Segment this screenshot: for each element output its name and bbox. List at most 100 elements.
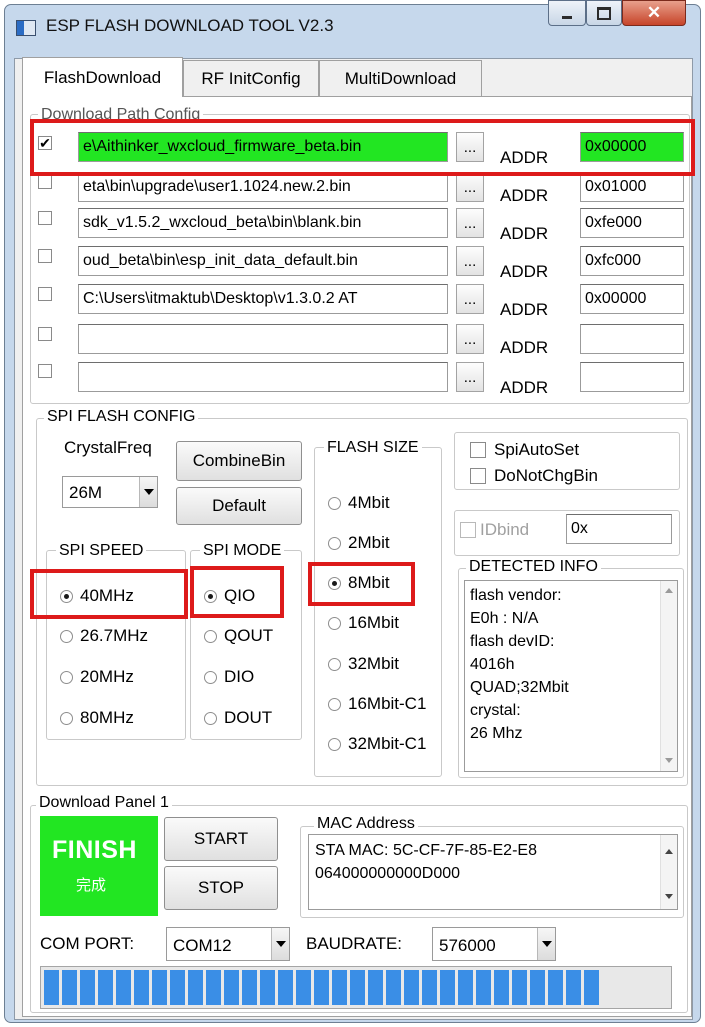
- row7-addr-field[interactable]: [580, 362, 684, 392]
- row2-addr-field[interactable]: 0x01000: [580, 172, 684, 202]
- baudrate-label: BAUDRATE:: [306, 934, 403, 953]
- detected-info-text: flash vendor: E0h : N/A flash devID: 401…: [464, 580, 678, 772]
- highlight-row1: [30, 119, 695, 176]
- highlight-flash-size: [308, 562, 415, 606]
- row4-browse-button[interactable]: ...: [456, 246, 484, 276]
- row2-browse-button[interactable]: ...: [456, 172, 484, 202]
- com-port-value: COM12: [173, 936, 232, 955]
- detected-line: E0h : N/A: [470, 610, 539, 627]
- crystal-freq-select[interactable]: 26M: [62, 476, 158, 508]
- row3-browse-button[interactable]: ...: [456, 208, 484, 238]
- progress-segment: [332, 970, 347, 1005]
- row4-checkbox[interactable]: [38, 249, 52, 263]
- do-not-chg-bin-checkbox[interactable]: DoNotChgBin: [470, 466, 598, 486]
- flash-size-32mbit[interactable]: 32Mbit: [328, 654, 399, 674]
- row4-path-field[interactable]: oud_beta\bin\esp_init_data_default.bin: [78, 246, 448, 276]
- idbind-field[interactable]: 0x: [566, 514, 672, 544]
- row6-browse-button[interactable]: ...: [456, 324, 484, 354]
- flash-size-label: 16Mbit: [348, 613, 400, 632]
- mac-scrollbar[interactable]: [660, 835, 677, 909]
- highlight-spi-speed: [30, 569, 188, 619]
- scroll-down-icon[interactable]: [665, 758, 673, 763]
- flash-size-2mbit[interactable]: 2Mbit: [328, 533, 390, 553]
- radio-icon: [60, 670, 73, 684]
- close-button[interactable]: ✕: [622, 0, 686, 26]
- row3-path-field[interactable]: sdk_v1.5.2_wxcloud_beta\bin\blank.bin: [78, 208, 448, 238]
- spi-speed-20mhz[interactable]: 20MHz: [60, 667, 134, 687]
- scroll-down-icon[interactable]: [665, 894, 673, 899]
- spi-mode-label: QOUT: [224, 626, 274, 645]
- spi-mode-label: DOUT: [224, 708, 273, 727]
- row2-checkbox[interactable]: [38, 175, 52, 189]
- checkbox-icon: [460, 522, 476, 538]
- row6-addr-field[interactable]: [580, 324, 684, 354]
- progress-segment: [278, 970, 293, 1005]
- progress-segment: [422, 970, 437, 1005]
- spi-auto-set-checkbox[interactable]: SpiAutoSet: [470, 440, 579, 460]
- spi-mode-dio[interactable]: DIO: [204, 667, 254, 687]
- checkbox-icon: [470, 442, 486, 458]
- row7-browse-button[interactable]: ...: [456, 362, 484, 392]
- row7-path-field[interactable]: [78, 362, 448, 392]
- flash-size-label: 2Mbit: [348, 533, 390, 552]
- detected-info-scrollbar[interactable]: [660, 581, 677, 771]
- progress-segment: [224, 970, 239, 1005]
- flash-size-32mbit-c1[interactable]: 32Mbit-C1: [328, 734, 426, 754]
- default-button[interactable]: Default: [176, 487, 302, 525]
- detected-info-title: DETECTED INFO: [466, 558, 601, 576]
- row3-checkbox[interactable]: [38, 211, 52, 225]
- tab-rf-init-config[interactable]: RF InitConfig: [183, 60, 319, 96]
- baudrate-select[interactable]: 576000: [432, 927, 556, 961]
- spi-speed-80mhz[interactable]: 80MHz: [60, 708, 134, 728]
- idbind-checkbox[interactable]: IDbind: [460, 520, 529, 540]
- start-button[interactable]: START: [164, 817, 278, 861]
- combine-bin-button[interactable]: CombineBin: [176, 441, 302, 481]
- spi-speed-label: 20MHz: [80, 667, 134, 686]
- row5-path-field[interactable]: C:\Users\itmaktub\Desktop\v1.3.0.2 AT: [78, 284, 448, 314]
- spi-speed-26mhz[interactable]: 26.7MHz: [60, 626, 148, 646]
- flash-size-4mbit[interactable]: 4Mbit: [328, 493, 390, 513]
- spi-mode-qout[interactable]: QOUT: [204, 626, 273, 646]
- scroll-up-icon[interactable]: [665, 588, 673, 593]
- stop-button[interactable]: STOP: [164, 866, 278, 910]
- row7-checkbox[interactable]: [38, 364, 52, 378]
- row2-path-field[interactable]: eta\bin\upgrade\user1.1024.new.2.bin: [78, 172, 448, 202]
- mac-address-text: STA MAC: 5C-CF-7F-85-E2-E8 064000000000D…: [308, 834, 678, 910]
- progress-segment: [368, 970, 383, 1005]
- scroll-up-icon[interactable]: [665, 849, 673, 854]
- row5-addr-field[interactable]: 0x00000: [580, 284, 684, 314]
- progress-segment: [458, 970, 473, 1005]
- com-port-select[interactable]: COM12: [166, 927, 290, 961]
- radio-icon: [328, 737, 341, 751]
- row4-addr-field[interactable]: 0xfc000: [580, 246, 684, 276]
- tab-flash-download[interactable]: FlashDownload: [22, 57, 183, 97]
- minimize-button[interactable]: [548, 0, 586, 26]
- row6-checkbox[interactable]: [38, 327, 52, 341]
- minimize-icon: [562, 15, 572, 19]
- chevron-down-icon: [139, 477, 157, 507]
- row5-checkbox[interactable]: [38, 287, 52, 301]
- highlight-spi-mode: [190, 566, 284, 618]
- flash-size-label: 16Mbit-C1: [348, 694, 427, 713]
- progress-segment: [188, 970, 203, 1005]
- tab-multi-download[interactable]: MultiDownload: [319, 60, 482, 96]
- flash-size-16mbit-c1[interactable]: 16Mbit-C1: [328, 694, 426, 714]
- radio-icon: [328, 496, 341, 510]
- spi-mode-dout[interactable]: DOUT: [204, 708, 272, 728]
- app-icon: [16, 20, 36, 36]
- detected-line: crystal:: [470, 702, 521, 719]
- progress-segment: [296, 970, 311, 1005]
- row5-browse-button[interactable]: ...: [456, 284, 484, 314]
- maximize-button[interactable]: [586, 0, 622, 26]
- row3-addr-field[interactable]: 0xfe000: [580, 208, 684, 238]
- flash-size-16mbit[interactable]: 16Mbit: [328, 613, 399, 633]
- detected-line: flash devID:: [470, 633, 555, 650]
- mac-line: STA MAC: 5C-CF-7F-85-E2-E8: [315, 842, 537, 859]
- radio-icon: [204, 629, 217, 643]
- progress-fill: [44, 970, 668, 1005]
- radio-icon: [328, 697, 341, 711]
- row6-path-field[interactable]: [78, 324, 448, 354]
- row3-addr-label: ADDR: [500, 224, 549, 243]
- radio-icon: [204, 711, 217, 725]
- spi-flash-config-title: SPI FLASH CONFIG: [44, 408, 199, 426]
